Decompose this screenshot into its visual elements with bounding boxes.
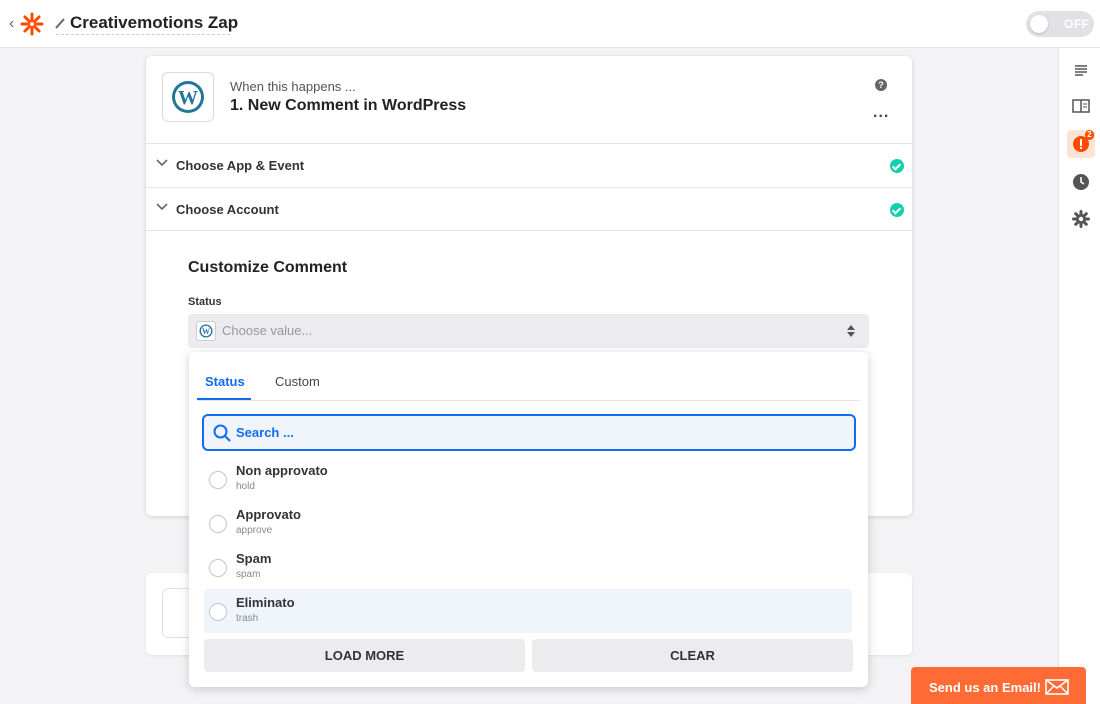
- option-value: approve: [236, 525, 273, 536]
- section-label: Choose Account: [176, 202, 279, 217]
- check-complete-icon: [890, 203, 904, 217]
- help-icon[interactable]: ?: [875, 79, 887, 91]
- toggle-label: OFF: [1064, 17, 1090, 31]
- option-eliminato[interactable]: Eliminato trash: [204, 589, 852, 633]
- svg-text:W: W: [202, 327, 210, 336]
- zap-on-off-toggle[interactable]: OFF: [1026, 11, 1094, 37]
- alert-count-badge: 2: [1085, 130, 1094, 140]
- radio-button[interactable]: [209, 515, 227, 533]
- search-input[interactable]: [236, 425, 836, 440]
- option-label: Spam: [236, 551, 272, 566]
- tab-custom[interactable]: Custom: [275, 374, 320, 389]
- zap-title[interactable]: Creativemotions Zap: [70, 13, 238, 33]
- svg-text:W: W: [178, 87, 198, 109]
- option-non-approvato[interactable]: Non approvato hold: [204, 457, 852, 501]
- divider: [146, 230, 912, 231]
- app-icon-box: W: [162, 72, 214, 122]
- status-field-label: Status: [188, 296, 222, 308]
- send-email-label: Send us an Email!: [929, 680, 1041, 695]
- wordpress-logo-icon: W: [172, 81, 204, 113]
- right-sidebar: 2: [1058, 48, 1100, 704]
- option-value: hold: [236, 481, 255, 492]
- radio-button[interactable]: [209, 471, 227, 489]
- search-icon: [213, 424, 231, 442]
- section-choose-app-event[interactable]: Choose App & Event: [146, 143, 912, 187]
- load-more-button[interactable]: LOAD MORE: [204, 639, 525, 672]
- select-placeholder: Choose value...: [222, 323, 313, 338]
- settings-icon[interactable]: [1067, 205, 1095, 233]
- wordpress-small-icon: W: [196, 321, 216, 341]
- radio-button[interactable]: [209, 603, 227, 621]
- zapier-logo-icon[interactable]: [20, 12, 44, 36]
- alert-icon[interactable]: 2: [1067, 130, 1095, 158]
- option-spam[interactable]: Spam spam: [204, 545, 852, 589]
- chevron-down-icon: [156, 159, 168, 167]
- option-label: Approvato: [236, 507, 301, 522]
- section-choose-account[interactable]: Choose Account: [146, 187, 912, 231]
- edit-pencil-icon[interactable]: [54, 15, 66, 31]
- status-dropdown: Status Custom Non approvato hold Approva…: [189, 352, 868, 687]
- list-icon[interactable]: [1067, 56, 1095, 84]
- option-value: spam: [236, 569, 261, 580]
- status-select[interactable]: W Choose value...: [188, 314, 869, 348]
- book-icon[interactable]: [1067, 92, 1095, 120]
- history-icon[interactable]: [1067, 168, 1095, 196]
- envelope-icon: [1045, 679, 1069, 695]
- option-value: trash: [236, 613, 259, 624]
- when-this-happens-text: When this happens ...: [230, 79, 356, 94]
- toggle-knob: [1030, 15, 1048, 33]
- section-label: Choose App & Event: [176, 158, 305, 173]
- sort-arrows-icon: [847, 325, 855, 337]
- top-bar: ‹ Creativemotions Zap OFF: [0, 0, 1100, 48]
- more-options-icon[interactable]: ...: [873, 104, 889, 122]
- customize-title: Customize Comment: [188, 259, 348, 276]
- check-complete-icon: [890, 159, 904, 173]
- back-chevron-icon[interactable]: ‹: [9, 14, 14, 34]
- option-approvato[interactable]: Approvato approve: [204, 501, 852, 545]
- search-box: [202, 414, 856, 451]
- option-label: Eliminato: [236, 595, 295, 610]
- radio-button[interactable]: [209, 559, 227, 577]
- send-email-button[interactable]: Send us an Email!: [911, 667, 1086, 704]
- title-underline: [56, 34, 230, 35]
- step-title: 1. New Comment in WordPress: [230, 97, 467, 114]
- chevron-down-icon: [156, 203, 168, 211]
- option-label: Non approvato: [236, 463, 328, 478]
- tab-status[interactable]: Status: [205, 374, 245, 389]
- tabs-divider: [197, 400, 860, 401]
- clear-button[interactable]: CLEAR: [532, 639, 853, 672]
